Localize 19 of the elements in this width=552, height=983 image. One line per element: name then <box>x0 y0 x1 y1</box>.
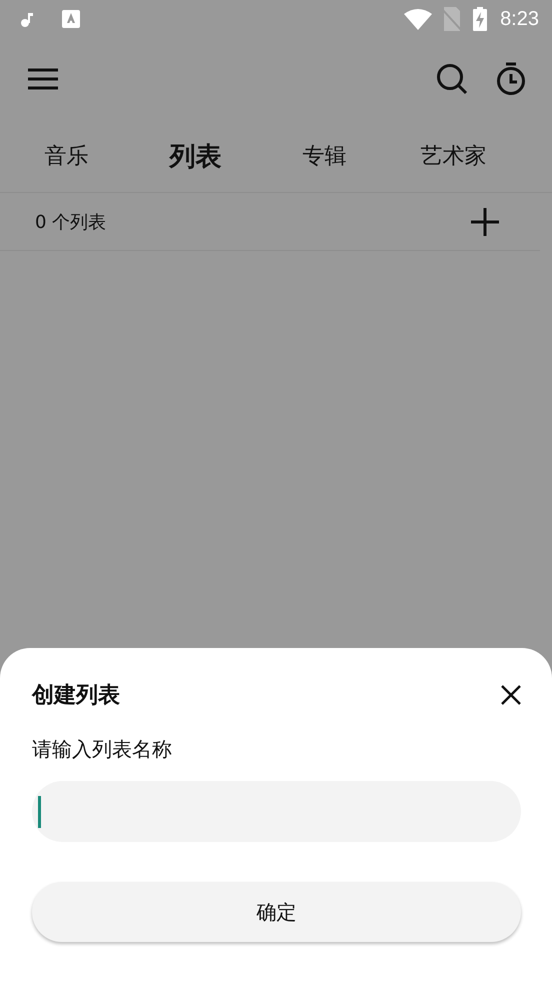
keyboard-icon <box>62 10 80 28</box>
music-note-icon <box>20 11 34 27</box>
no-sim-icon <box>442 7 462 31</box>
tab[interactable]: 音乐 <box>2 141 131 171</box>
timer-icon[interactable] <box>496 62 526 96</box>
tab[interactable]: 艺术家 <box>389 141 518 171</box>
confirm-button[interactable]: 确定 <box>32 882 521 942</box>
menu-icon[interactable] <box>28 68 58 90</box>
search-icon[interactable] <box>436 63 468 95</box>
playlist-count: 0 个列表 <box>35 210 106 234</box>
battery-charging-icon <box>472 7 488 31</box>
tab[interactable]: 列表 <box>131 138 260 174</box>
tab[interactable]: 专辑 <box>260 141 389 171</box>
close-icon[interactable] <box>501 685 521 705</box>
add-icon[interactable] <box>471 208 499 236</box>
wifi-icon <box>404 8 432 30</box>
input-label: 请输入列表名称 <box>32 736 173 763</box>
dialog-title: 创建列表 <box>32 682 120 710</box>
status-time: 8:23 <box>500 8 539 30</box>
